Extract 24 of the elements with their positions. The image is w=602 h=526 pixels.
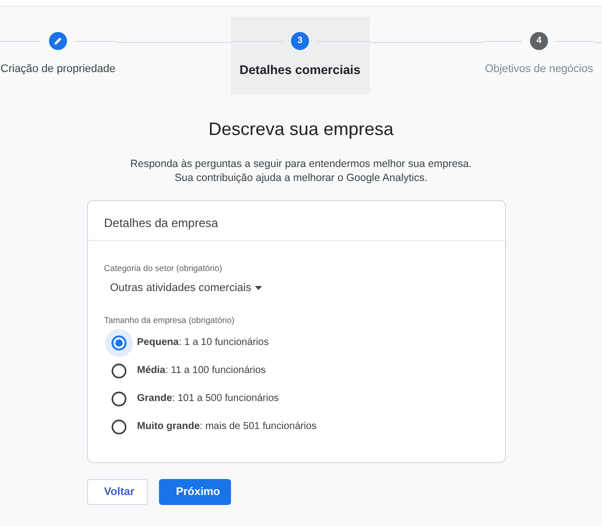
step-tab[interactable]: 3 Detalhes comerciais <box>230 17 370 94</box>
step-tab[interactable]: 4 Objetivos de negócios <box>484 17 594 94</box>
intro-text: Sua contribuição ajuda a melhorar o Google Analytics. <box>174 171 428 185</box>
step-number: 4 <box>530 32 548 50</box>
radio-label[interactable]: Muito grande: mais de 501 funcionários <box>137 420 317 433</box>
intro-text: Responda às perguntas a seguir para entendermos melhor sua empresa. <box>130 157 472 171</box>
back-button[interactable]: Voltar <box>87 479 148 505</box>
radio-button[interactable] <box>111 418 127 435</box>
pencil-icon <box>49 32 67 50</box>
radio-label[interactable]: Pequena: 1 a 10 funcionários <box>137 336 269 349</box>
radio-label[interactable]: Média: 11 a 100 funcionários <box>137 364 266 377</box>
next-button[interactable]: Próximo <box>159 479 231 505</box>
field-label: Categoria do setor (obrigatório) <box>104 263 222 274</box>
step-tab[interactable]: Criação de propriedade <box>0 17 116 94</box>
step-number: 3 <box>291 32 309 50</box>
radio-label[interactable]: Grande: 101 a 500 funcionários <box>137 392 279 405</box>
card-title: Detalhes da empresa <box>104 216 218 230</box>
page-heading: Descreva sua empresa <box>207 118 395 141</box>
field-label: Tamanho da empresa (obrigatório) <box>104 314 234 325</box>
caret-icon <box>255 286 262 290</box>
radio-button[interactable] <box>111 390 127 407</box>
category-dropdown[interactable]: Outras atividades comerciais <box>110 280 262 295</box>
radio-button[interactable] <box>111 362 127 379</box>
radio-button[interactable] <box>111 334 127 351</box>
